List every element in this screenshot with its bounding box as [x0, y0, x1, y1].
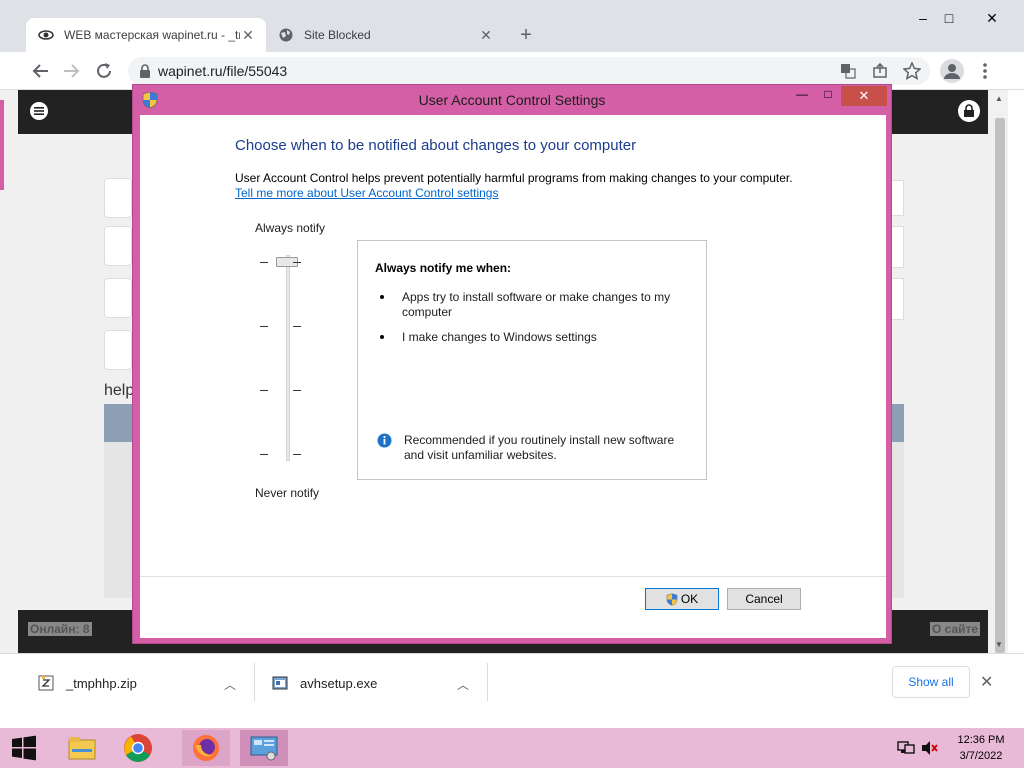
download-filename: _tmphhp.zip — [66, 675, 137, 691]
dialog-body: Choose when to be notified about changes… — [140, 115, 886, 638]
address-bar[interactable]: wapinet.ru/file/55043 — [128, 57, 930, 85]
slider-tick — [293, 454, 301, 455]
page-right-panel — [890, 278, 904, 320]
chevron-up-icon[interactable]: ︿ — [224, 676, 236, 693]
slider-top-label: Always notify — [255, 221, 326, 235]
windows-start-icon[interactable] — [0, 730, 48, 766]
page-right-panel — [890, 226, 904, 268]
uac-settings-dialog: User Account Control Settings — □ ✕ Choo… — [132, 84, 892, 644]
tab-wapinet[interactable]: WEB мастерская wapinet.ru - _tm ✕ — [26, 18, 266, 52]
close-window-button[interactable]: ✕ — [981, 10, 1003, 27]
description-bullet: I make changes to Windows settings — [402, 330, 597, 344]
downloads-bar — [0, 653, 1024, 713]
file-explorer-icon[interactable] — [58, 730, 106, 766]
slider-tick — [293, 390, 301, 391]
taskbar-clock[interactable]: 12:36 PM 3/7/2022 — [948, 732, 1014, 764]
download-divider — [487, 663, 488, 701]
slider-tick — [260, 326, 268, 327]
page-back-button[interactable] — [104, 178, 132, 218]
online-count-link[interactable]: Онлайн: 8 — [28, 622, 92, 636]
slider-bottom-label: Never notify — [255, 486, 320, 500]
uac-shield-icon — [666, 592, 678, 606]
forward-arrow-icon[interactable] — [62, 62, 82, 80]
menu-kebab-icon[interactable] — [982, 62, 988, 80]
close-tab-icon[interactable]: ✕ — [240, 27, 256, 43]
slider-tick — [260, 390, 268, 391]
share-icon[interactable] — [872, 63, 888, 79]
slider-tick — [293, 326, 301, 327]
profile-avatar-icon[interactable] — [940, 59, 964, 83]
lock-icon[interactable] — [139, 64, 151, 78]
exe-file-icon — [272, 675, 288, 691]
description-bullet: Apps try to install software or make cha… — [402, 290, 671, 319]
url-text: wapinet.ru/file/55043 — [158, 63, 288, 79]
minimize-window-button[interactable]: – — [912, 10, 934, 26]
eye-favicon-icon — [38, 27, 54, 43]
close-downloads-icon[interactable]: ✕ — [980, 672, 993, 692]
dialog-minimize-button[interactable]: — — [789, 87, 815, 105]
page-add-button[interactable] — [104, 278, 132, 318]
page-partial-text: help — [104, 382, 135, 399]
volume-muted-icon[interactable] — [921, 740, 939, 756]
scroll-down-icon[interactable]: ▼ — [995, 640, 1003, 649]
maximize-window-button[interactable]: □ — [938, 10, 960, 26]
ok-button[interactable]: OK — [645, 588, 719, 610]
back-arrow-icon[interactable] — [30, 62, 50, 80]
zip-file-icon — [38, 675, 54, 691]
show-all-downloads-button[interactable]: Show all — [892, 666, 970, 698]
slider-tick — [260, 454, 268, 455]
bullet-icon — [380, 335, 384, 339]
slider-tick — [293, 262, 301, 263]
ok-button-label: OK — [680, 592, 699, 606]
bookmark-star-icon[interactable] — [903, 62, 921, 80]
tab-label: Site Blocked — [304, 28, 371, 42]
close-tab-icon[interactable]: ✕ — [478, 27, 494, 43]
footer-divider — [140, 576, 886, 577]
info-icon — [377, 433, 392, 448]
cancel-button[interactable]: Cancel — [727, 588, 801, 610]
dialog-close-button[interactable]: ✕ — [841, 86, 887, 106]
network-icon[interactable] — [897, 740, 915, 756]
reload-icon[interactable] — [94, 61, 114, 81]
page-accent-strip — [0, 100, 4, 190]
learn-more-link[interactable]: Tell me more about User Account Control … — [235, 186, 498, 200]
recommendation-text: Recommended if you routinely install new… — [404, 433, 675, 462]
page-download-button[interactable] — [104, 226, 132, 266]
page-info-button[interactable] — [104, 330, 132, 370]
tab-site-blocked[interactable]: Site Blocked ✕ — [268, 18, 504, 52]
scroll-up-icon[interactable]: ▲ — [995, 94, 1003, 103]
dialog-description: User Account Control helps prevent poten… — [235, 171, 793, 185]
translate-icon[interactable] — [840, 63, 856, 79]
bullet-icon — [380, 295, 384, 299]
chevron-up-icon[interactable]: ︿ — [457, 676, 469, 693]
about-link[interactable]: О сайте — [930, 622, 981, 636]
scrollbar-thumb[interactable] — [995, 118, 1005, 653]
dialog-title: User Account Control Settings — [418, 92, 606, 108]
download-divider — [254, 663, 255, 701]
hamburger-menu-icon[interactable] — [28, 102, 50, 120]
download-item[interactable]: avhsetup.exe — [272, 666, 377, 700]
page-lock-icon[interactable] — [958, 100, 980, 122]
clock-date: 3/7/2022 — [959, 750, 1003, 762]
new-tab-button[interactable]: + — [514, 25, 538, 47]
notify-level-slider-track[interactable] — [286, 255, 290, 461]
page-right-panel — [890, 180, 904, 216]
dialog-heading: Choose when to be notified about changes… — [235, 137, 637, 154]
download-item[interactable]: _tmphhp.zip — [38, 666, 137, 700]
dialog-maximize-button[interactable]: □ — [815, 87, 841, 105]
globe-icon — [278, 27, 294, 43]
firefox-icon[interactable] — [182, 730, 230, 766]
slider-tick — [260, 262, 268, 263]
clock-time: 12:36 PM — [957, 734, 1005, 746]
control-panel-icon[interactable] — [240, 730, 288, 766]
download-filename: avhsetup.exe — [300, 675, 378, 691]
chrome-icon[interactable] — [114, 730, 162, 766]
cancel-button-label: Cancel — [745, 592, 783, 606]
tab-label: WEB мастерская wapinet.ru - _tm — [64, 28, 240, 42]
description-heading: Always notify me when: — [375, 261, 512, 275]
